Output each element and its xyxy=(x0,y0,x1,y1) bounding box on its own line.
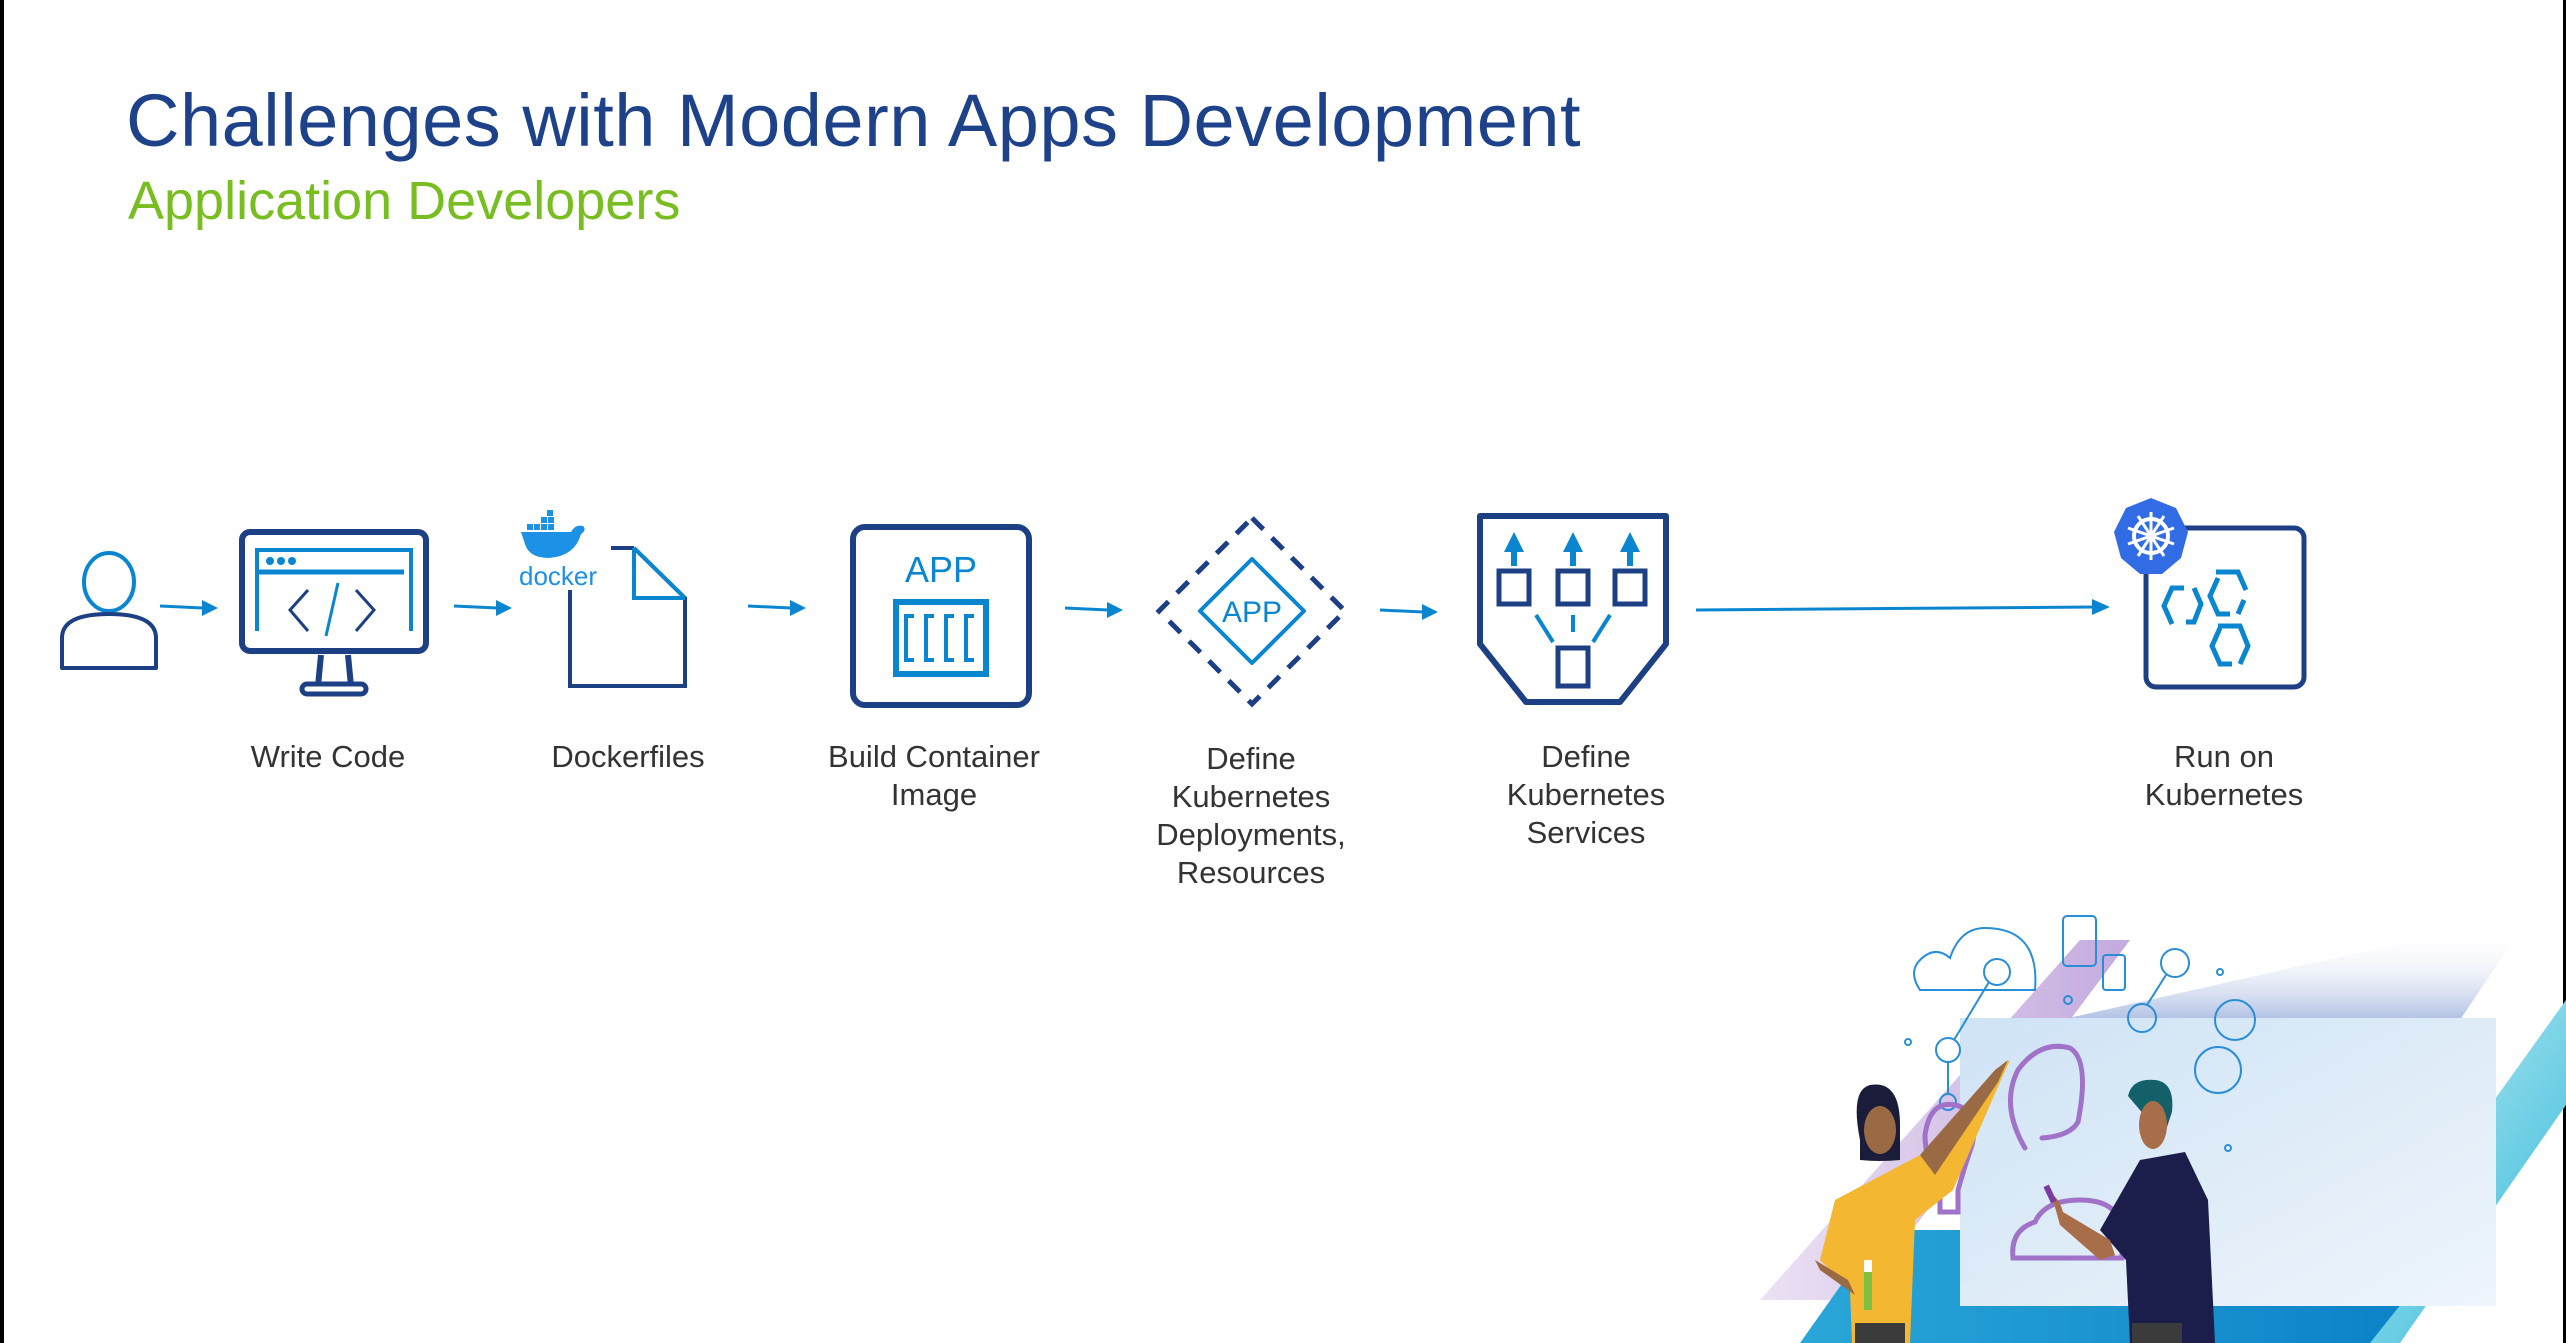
docker-logo-text: docker xyxy=(519,561,597,591)
arrow-2-icon xyxy=(453,600,512,616)
docker-whale-icon xyxy=(521,510,585,558)
whiteboard xyxy=(1960,1018,2496,1306)
user-icon xyxy=(60,551,158,670)
app-container-icon: APP xyxy=(850,524,1032,708)
app-container-text: APP xyxy=(905,549,977,590)
arrow-3-icon xyxy=(747,600,806,616)
app-diamond-text: APP xyxy=(1222,596,1282,629)
slide-title: Challenges with Modern Apps Development xyxy=(126,79,1582,162)
step-label-dockerfiles: Dockerfiles xyxy=(551,739,705,774)
step-label-run-on-kubernetes: Run on Kubernetes xyxy=(2144,739,2304,812)
arrow-4-icon xyxy=(1064,602,1123,618)
app-diamond-icon: APP xyxy=(1155,514,1349,708)
left-border xyxy=(0,0,4,1343)
step-label-build-container-image: Build Container Image xyxy=(828,739,1040,812)
docker-file-icon: docker xyxy=(519,510,687,688)
arrow-1-icon xyxy=(159,600,218,616)
kubernetes-cluster-icon xyxy=(2114,498,2307,690)
arrow-6-icon xyxy=(1695,599,2110,615)
kubernetes-logo-icon xyxy=(2114,498,2188,574)
step-label-define-deployments: Define Kubernetes Deployments, Resources xyxy=(1156,741,1346,890)
slide-subtitle: Application Developers xyxy=(128,171,681,231)
step-label-write-code: Write Code xyxy=(250,739,406,774)
step-label-define-services: Define Kubernetes Services xyxy=(1506,739,1666,850)
whiteboard-illustration xyxy=(1760,915,2566,1343)
top-band xyxy=(2060,930,2520,1020)
arrow-5-icon xyxy=(1379,604,1438,620)
services-shield-icon xyxy=(1477,513,1669,705)
monitor-code-icon xyxy=(239,529,429,697)
